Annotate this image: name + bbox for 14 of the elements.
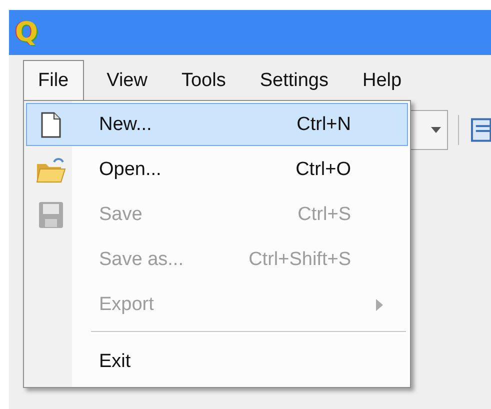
folder-icon	[36, 156, 66, 184]
menu-bar-item[interactable]: Help	[347, 60, 417, 100]
app-logo: Q	[15, 17, 38, 48]
document-icon	[41, 112, 61, 138]
caret-icon	[431, 127, 442, 133]
submenu-arrow-icon	[376, 298, 382, 310]
menu-bar-item[interactable]: Tools	[166, 60, 241, 100]
menu-bar-item[interactable]: View	[92, 60, 162, 100]
menu-item[interactable]: New... Ctrl+N	[26, 103, 408, 146]
toolbar-icon[interactable]	[471, 117, 491, 143]
menu-item[interactable]: Open... Ctrl+O	[26, 148, 408, 191]
menu-bar-item[interactable]: File	[23, 60, 84, 100]
menu-item[interactable]: Exit	[26, 340, 408, 383]
menu-bar-item[interactable]: Settings	[244, 60, 344, 100]
